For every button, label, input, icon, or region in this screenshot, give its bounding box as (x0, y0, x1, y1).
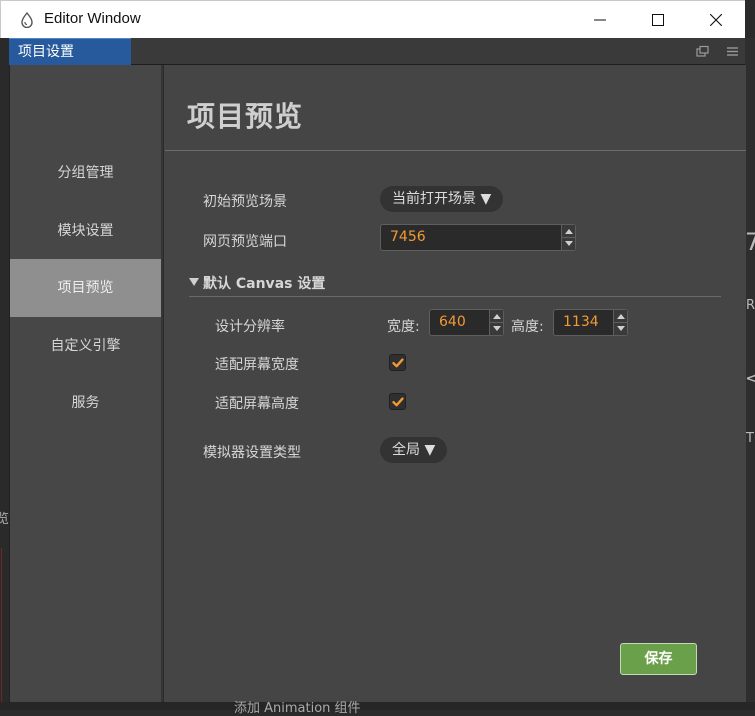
content-panel: 项目预览 初始预览场景 当前打开场景 ▼ 网页预览端口 7456 默认 Canv… (165, 65, 746, 702)
web-port-label: 网页预览端口 (203, 234, 287, 250)
close-button[interactable] (687, 1, 745, 39)
sidebar: 分组管理 模块设置 项目预览 自定义引擎 服务 (10, 65, 161, 702)
minimize-button[interactable] (571, 1, 629, 39)
sidebar-item-group-management[interactable]: 分组管理 (10, 144, 161, 202)
background-panel-right: 7 R < T (745, 38, 755, 710)
app-logo-icon (21, 12, 33, 28)
width-stepper[interactable] (489, 310, 503, 335)
section-divider (189, 296, 721, 297)
window-title: Editor Window (44, 10, 141, 27)
sidebar-item-project-preview[interactable]: 项目预览 (10, 259, 161, 317)
close-icon (710, 14, 722, 26)
simulator-type-label: 模拟器设置类型 (203, 445, 301, 461)
background-panel-left: 览 (0, 38, 9, 702)
background-fragment: T (746, 431, 754, 446)
web-port-value: 7456 (390, 229, 426, 245)
width-label: 宽度: (387, 319, 420, 335)
initial-scene-dropdown[interactable]: 当前打开场景 ▼ (380, 186, 504, 212)
sidebar-divider (161, 65, 164, 702)
simulator-type-dropdown[interactable]: 全局 ▼ (380, 437, 448, 463)
fit-height-checkbox[interactable] (389, 393, 406, 410)
maximize-button[interactable] (629, 1, 687, 39)
title-bar: Editor Window (0, 0, 745, 38)
save-button[interactable]: 保存 (620, 643, 697, 675)
menu-icon[interactable] (726, 45, 739, 58)
width-input[interactable]: 640 (429, 309, 504, 336)
checkmark-icon (392, 397, 404, 407)
fit-width-checkbox[interactable] (389, 354, 406, 371)
canvas-section-title[interactable]: 默认 Canvas 设置 (203, 273, 325, 293)
background-fragment: 览 (0, 512, 10, 527)
maximize-icon (652, 14, 664, 26)
background-fragment: 添加 Animation 组件 (234, 701, 361, 716)
resolution-label: 设计分辨率 (215, 319, 285, 335)
fit-height-label: 适配屏幕高度 (215, 396, 299, 412)
initial-scene-label: 初始预览场景 (203, 194, 287, 210)
web-port-stepper[interactable] (561, 225, 575, 250)
background-panel-bottom: 添加 Animation 组件 (0, 701, 755, 716)
background-fragment: R (746, 298, 755, 313)
minimize-icon (594, 19, 606, 21)
web-port-input[interactable]: 7456 (380, 224, 576, 251)
height-input[interactable]: 1134 (553, 309, 628, 336)
width-value: 640 (439, 314, 466, 330)
page-title: 项目预览 (187, 100, 304, 133)
checkmark-icon (392, 358, 404, 368)
sidebar-item-custom-engine[interactable]: 自定义引擎 (10, 317, 161, 375)
height-value: 1134 (563, 314, 599, 330)
height-stepper[interactable] (613, 310, 627, 335)
fit-width-label: 适配屏幕宽度 (215, 357, 299, 373)
project-settings-window: 分组管理 模块设置 项目预览 自定义引擎 服务 项目预览 初始预览场景 当前打开… (9, 65, 746, 702)
collapse-arrow-icon[interactable] (189, 278, 199, 286)
background-fragment: < (745, 368, 755, 389)
sidebar-item-module-settings[interactable]: 模块设置 (10, 202, 161, 260)
height-label: 高度: (511, 319, 544, 335)
popout-icon[interactable] (696, 45, 709, 58)
panel-tab-strip: 项目设置 (9, 38, 745, 65)
sidebar-item-services[interactable]: 服务 (10, 374, 161, 432)
tab-project-settings[interactable]: 项目设置 (9, 38, 131, 65)
heading-divider (165, 150, 746, 151)
background-timeline-line (1, 548, 7, 702)
background-fragment: 7 (745, 228, 755, 256)
